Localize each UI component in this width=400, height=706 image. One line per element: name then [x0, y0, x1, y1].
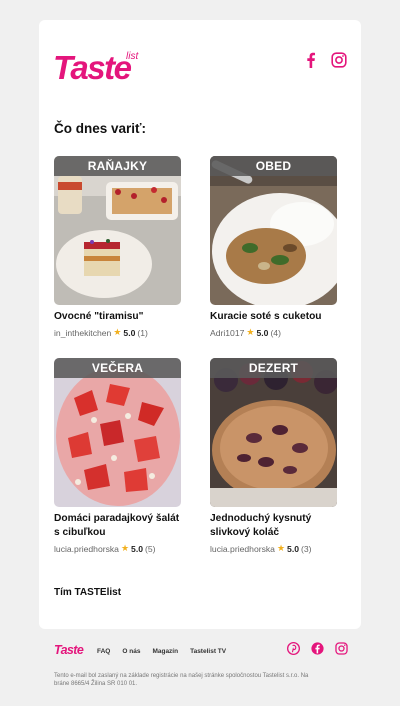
- recipe-author: lucia.priedhorska: [210, 543, 275, 554]
- recipe-meta: lucia.priedhorska ★ 5.0 (3): [210, 543, 337, 554]
- signature: Tím TASTElist: [54, 587, 122, 598]
- recipe-category: VEČERA: [54, 358, 181, 378]
- recipe-meta: in_inthekitchen ★ 5.0 (1): [54, 327, 181, 338]
- recipe-card[interactable]: VEČERA Domáci paradajkový šalát s cibuľk…: [54, 358, 181, 554]
- header-social: [303, 52, 347, 68]
- tastelist-logo[interactable]: Taste list: [53, 46, 149, 86]
- recipe-image[interactable]: OBED: [210, 156, 337, 305]
- instagram-icon[interactable]: [335, 642, 348, 655]
- recipe-image[interactable]: VEČERA: [54, 358, 181, 507]
- recipe-author: in_inthekitchen: [54, 327, 112, 338]
- recipe-title[interactable]: Ovocné "tiramisu": [54, 310, 181, 324]
- star-icon: ★: [113, 327, 122, 337]
- recipe-rating: 5.0: [287, 543, 299, 554]
- footer-link-tv[interactable]: Tastelist TV: [190, 648, 226, 655]
- star-icon: ★: [120, 543, 130, 553]
- footer-social: [287, 642, 348, 655]
- recipe-rating: 5.0: [256, 327, 269, 338]
- star-icon: ★: [246, 327, 255, 337]
- footer-logo-wordmark: Taste: [54, 643, 84, 656]
- recipe-title[interactable]: Domáci paradajkový šalát s cibuľkou: [54, 512, 181, 540]
- star-icon: ★: [276, 543, 286, 553]
- recipe-author: lucia.priedhorska: [54, 543, 119, 554]
- footer-link-faq[interactable]: FAQ: [97, 648, 110, 655]
- recipe-rating-count: (5): [145, 543, 156, 554]
- pinterest-icon[interactable]: [287, 642, 300, 655]
- footer-nav: FAQ O nás Magazín Tastelist TV: [97, 648, 226, 655]
- instagram-icon[interactable]: [331, 52, 347, 68]
- email-card: Taste list Čo dnes variť: RAŇAJKY Ovocné…: [39, 20, 361, 629]
- recipe-rating-count: (4): [270, 327, 281, 338]
- recipe-title[interactable]: Jednoduchý kysnutý slivkový koláč: [210, 512, 337, 540]
- recipe-category: OBED: [210, 156, 337, 176]
- recipe-card[interactable]: OBED Kuracie soté s cuketou Adri1017 ★ 5…: [210, 156, 337, 338]
- recipe-card[interactable]: RAŇAJKY Ovocné "tiramisu" in_inthekitche…: [54, 156, 181, 338]
- recipe-rating-count: (3): [301, 543, 312, 554]
- recipe-rating-count: (1): [137, 327, 148, 338]
- logo-wordmark: Taste: [53, 49, 132, 86]
- logo-sub: list: [126, 51, 139, 62]
- recipe-rating: 5.0: [131, 543, 143, 554]
- recipe-rating: 5.0: [123, 327, 136, 338]
- section-heading: Čo dnes variť:: [54, 121, 146, 136]
- recipe-image[interactable]: DEZERT: [210, 358, 337, 507]
- facebook-icon[interactable]: [303, 52, 319, 68]
- recipe-title[interactable]: Kuracie soté s cuketou: [210, 310, 337, 324]
- recipe-author: Adri1017: [210, 327, 245, 338]
- recipe-category: RAŇAJKY: [54, 156, 181, 176]
- recipe-image[interactable]: RAŇAJKY: [54, 156, 181, 305]
- footer-link-about[interactable]: O nás: [122, 648, 140, 655]
- recipe-meta: Adri1017 ★ 5.0 (4): [210, 327, 337, 338]
- facebook-icon[interactable]: [311, 642, 324, 655]
- footer-logo[interactable]: Taste: [54, 642, 86, 657]
- recipe-category: DEZERT: [210, 358, 337, 378]
- recipe-meta: lucia.priedhorska ★ 5.0 (5): [54, 543, 181, 554]
- footer-link-magazine[interactable]: Magazín: [152, 648, 178, 655]
- footer-legal-note: Tento e-mail bol zaslaný na základe regi…: [54, 673, 309, 688]
- recipe-card[interactable]: DEZERT Jednoduchý kysnutý slivkový koláč…: [210, 358, 337, 554]
